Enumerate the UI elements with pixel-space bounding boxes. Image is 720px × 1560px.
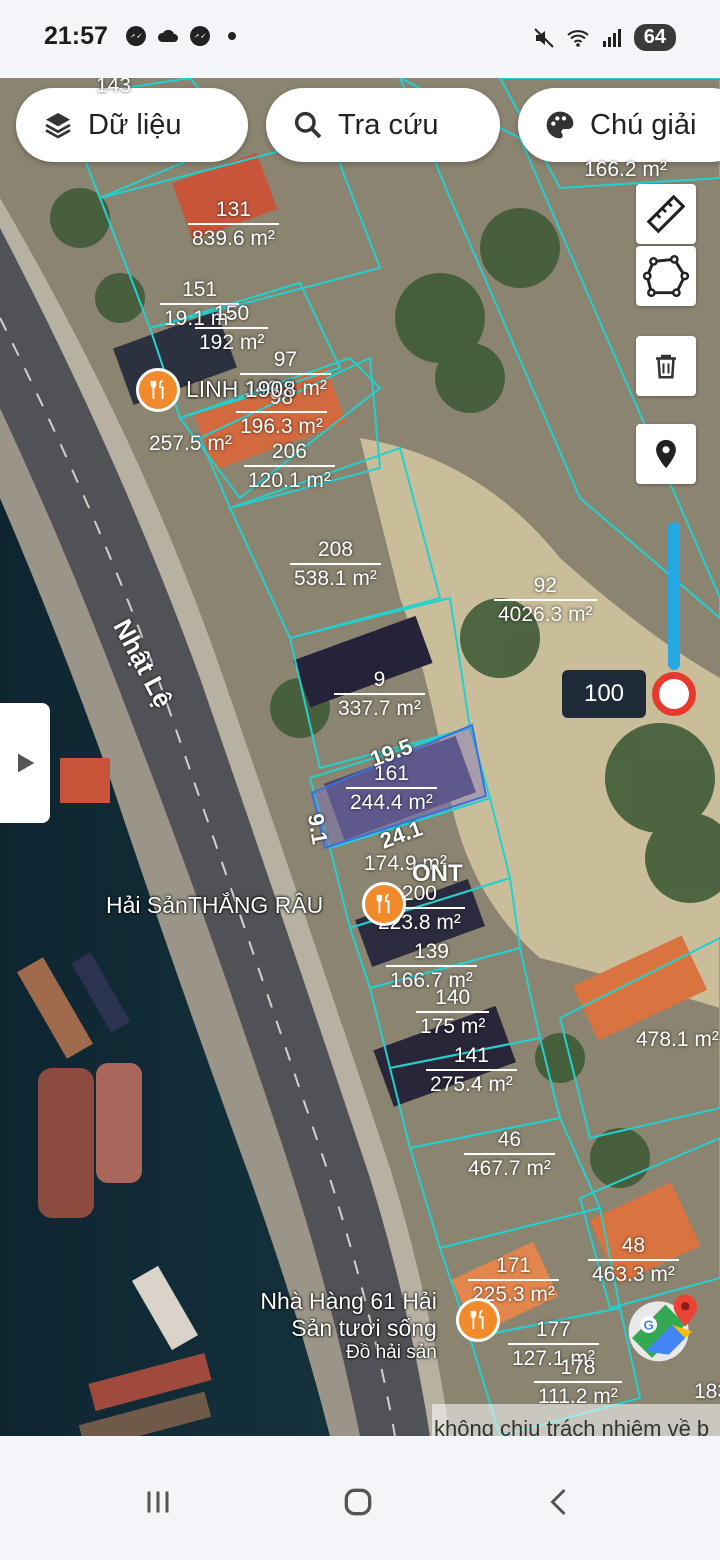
messenger-icon [126,26,146,46]
restaurant-icon [376,893,390,914]
svg-text:G: G [643,1318,653,1333]
data-layers-label: Dữ liệu [88,108,182,141]
wifi-icon [567,29,589,47]
parcel-label[interactable]: 48 463.3 m² [588,1232,679,1288]
google-maps-button[interactable]: G [622,1288,702,1368]
palette-icon [546,111,574,139]
ruler-icon [646,194,686,234]
land-type-label: ONT [412,860,463,887]
lookup-label: Tra cứu [338,108,439,141]
restaurant-icon [150,379,164,400]
parcel-label[interactable]: 166.2 m² [580,156,671,183]
parcel-label[interactable]: 143 [86,78,141,99]
lookup-button[interactable]: Tra cứu [266,88,500,162]
home-icon [344,1488,372,1516]
legend-button[interactable]: Chú giải [518,88,720,162]
navigation-bar [0,1436,720,1560]
home-button[interactable] [328,1472,388,1532]
opacity-value: 100 [562,670,646,718]
delete-button[interactable] [636,336,696,396]
back-button[interactable] [530,1472,590,1532]
my-location-button[interactable] [636,424,696,484]
parcel-label[interactable]: 257.5 m² [145,430,236,457]
parcel-label[interactable]: 208 538.1 m² [290,536,381,592]
poi-label[interactable]: Hải SảnTHẮNG RÂU [106,892,323,919]
poi-label[interactable]: LINH 1908 [186,376,296,403]
parcel-label[interactable]: 183 [684,1378,720,1405]
parcel-label[interactable]: 131 839.6 m² [188,196,279,252]
status-bar: 21:57 64 [0,0,720,78]
opacity-slider-track[interactable] [668,522,680,670]
parcel-label[interactable]: 92 4026.3 m² [494,572,597,628]
map-view[interactable]: Dữ liệu Tra cứu Chú giải 100 Nhật Lệ 131… [0,78,720,1436]
status-time: 21:57 [44,22,108,50]
parcel-label[interactable]: 46 467.7 m² [464,1126,555,1182]
layers-icon [45,113,71,139]
dot-icon [228,32,236,40]
polygon-icon [642,254,690,298]
disclaimer-text: không chịu trách nhiệm về b [432,1404,720,1436]
search-icon [294,111,322,139]
opacity-slider-thumb[interactable] [652,672,696,716]
back-icon [550,1488,566,1516]
parcel-label[interactable]: 140 175 m² [416,984,490,1040]
mute-icon [534,27,554,48]
parcel-label[interactable]: 9 337.7 m² [334,666,425,722]
measure-distance-button[interactable] [636,184,696,244]
restaurant-pin[interactable] [136,368,180,412]
legend-label: Chú giải [590,108,697,141]
restaurant-icon [470,1309,484,1330]
recent-apps-button[interactable] [128,1472,188,1532]
play-arrow-icon [18,753,35,773]
recent-apps-icon [147,1491,169,1513]
messenger-icon [190,26,210,46]
location-pin-icon [656,439,676,469]
google-maps-icon: G [628,1294,697,1362]
signal-icon [602,28,621,47]
restaurant-pin[interactable] [456,1298,500,1342]
measure-area-button[interactable] [636,246,696,306]
system-icons: 64 [532,24,676,51]
parcel-label[interactable]: 478.1 m² [632,1026,720,1053]
notification-icons [124,24,244,48]
dimension-label: 9.1 [302,811,333,847]
data-layers-button[interactable]: Dữ liệu [16,88,248,162]
trash-icon [656,354,676,379]
parcel-label[interactable]: 206 120.1 m² [244,438,335,494]
battery-level: 64 [633,24,676,51]
parcel-label[interactable]: 178 111.2 m² [534,1354,622,1410]
poi-label[interactable]: Nhà Hàng 61 Hải Sản tươi sống Đồ hải sản [240,1288,436,1364]
restaurant-pin[interactable] [362,882,406,926]
parcel-label[interactable]: 141 275.4 m² [426,1042,517,1098]
parcel-label[interactable]: 161 244.4 m² [346,760,437,816]
cloud-icon [157,29,178,42]
side-panel-toggle[interactable] [0,703,50,823]
